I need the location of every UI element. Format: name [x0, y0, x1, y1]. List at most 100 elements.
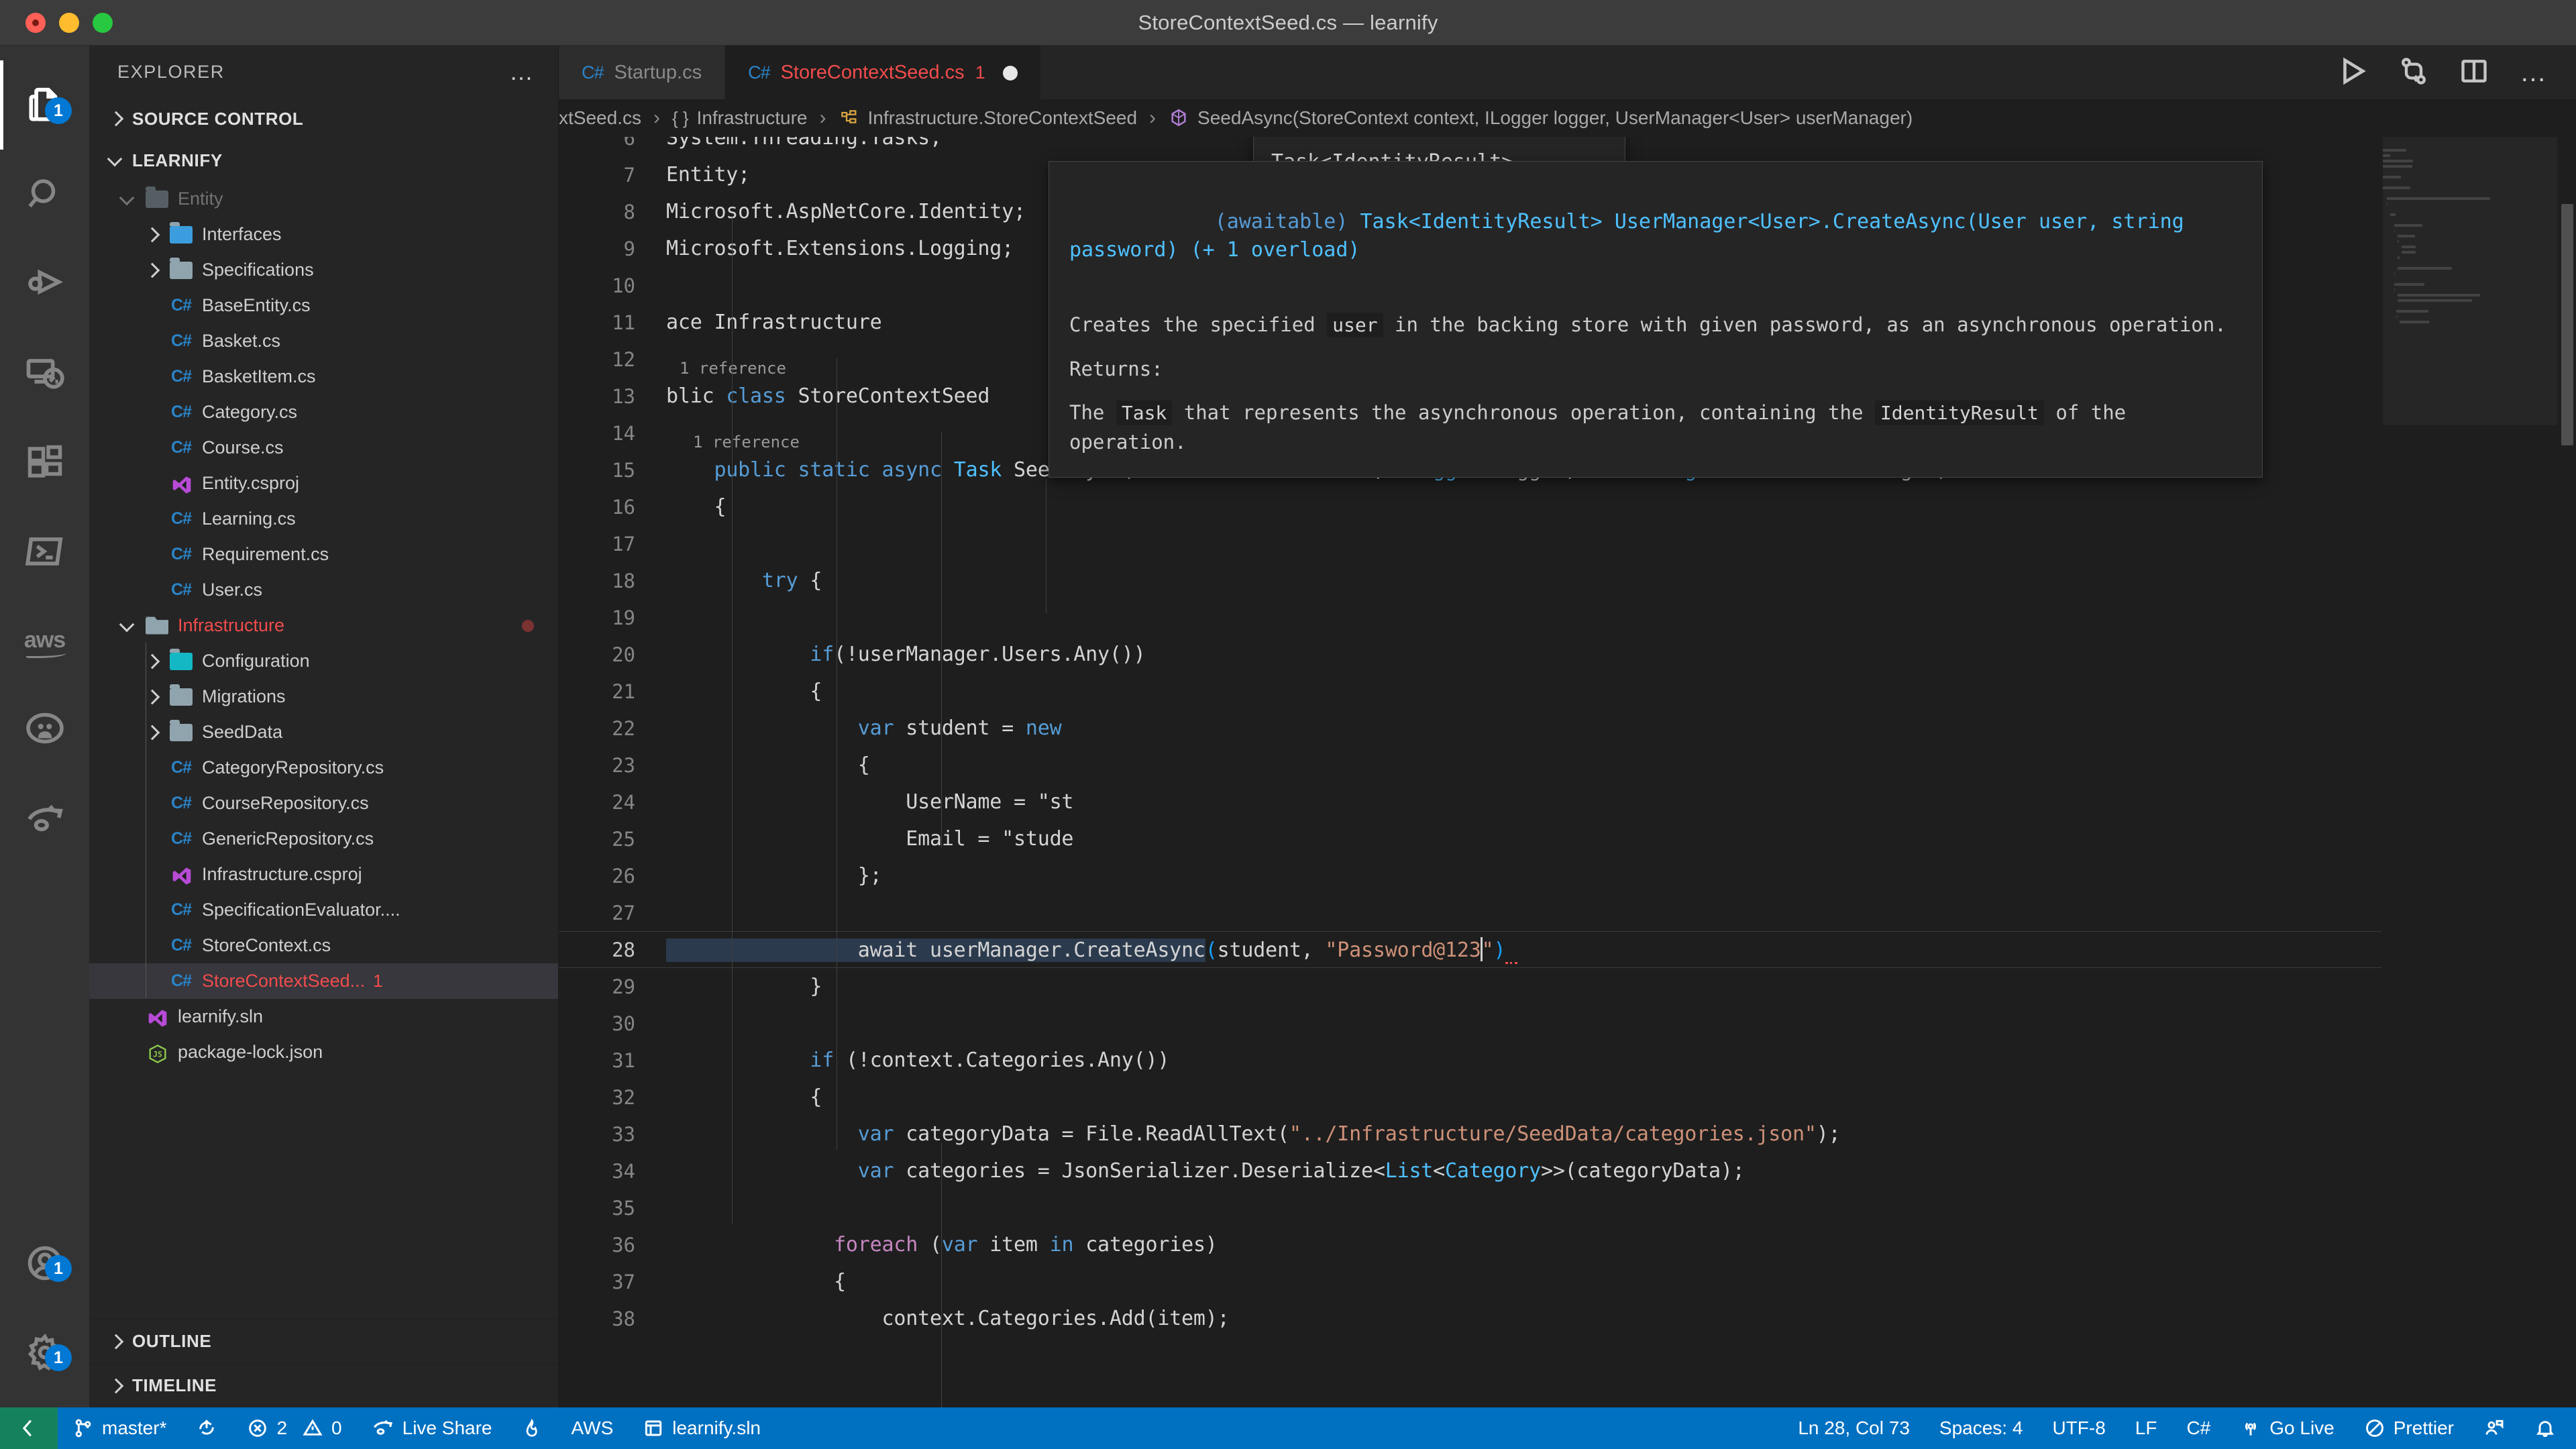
activitybar-item-github[interactable]: [0, 685, 89, 774]
minimize-button[interactable]: [59, 12, 79, 33]
status-go-live[interactable]: Go Live: [2225, 1417, 2349, 1439]
line-number: 10: [612, 274, 635, 297]
tree-item[interactable]: C# StoreContextSeed... 1: [89, 963, 558, 999]
status-cursor-position[interactable]: Ln 28, Col 73: [1783, 1417, 1925, 1439]
status-live-share[interactable]: Live Share: [357, 1407, 507, 1449]
tree-item[interactable]: C# SpecificationEvaluator....: [89, 892, 558, 928]
status-sync-changes[interactable]: [181, 1407, 232, 1449]
code-lens[interactable]: 1 reference: [680, 359, 786, 378]
tree-item[interactable]: C# Basket.cs: [89, 323, 558, 359]
tree-item[interactable]: SeedData: [89, 714, 558, 750]
chevron-right-icon[interactable]: [144, 690, 159, 704]
breadcrumb-item-method[interactable]: SeedAsync(StoreContext context, ILogger …: [1168, 107, 1913, 129]
tree-item[interactable]: C# StoreContext.cs: [89, 928, 558, 963]
status-language-mode[interactable]: C#: [2171, 1417, 2225, 1439]
code-line-text: Entity;: [666, 163, 751, 186]
run-button[interactable]: [2337, 56, 2368, 90]
status-firebase[interactable]: [507, 1407, 557, 1449]
chevron-down-icon[interactable]: [120, 619, 135, 633]
activitybar-item-extensions[interactable]: [0, 417, 89, 506]
breadcrumb-item-namespace[interactable]: { } Infrastructure: [672, 107, 808, 129]
tree-item[interactable]: C# CategoryRepository.cs: [89, 750, 558, 786]
status-prettier[interactable]: Prettier: [2349, 1417, 2469, 1439]
tree-item[interactable]: C# Learning.cs: [89, 501, 558, 537]
chevron-right-icon[interactable]: [144, 263, 159, 278]
tree-item[interactable]: C# CourseRepository.cs: [89, 786, 558, 821]
sidebar-section-outline[interactable]: OUTLINE: [89, 1319, 558, 1363]
code-editor[interactable]: Task<IdentityResult> UserManager<User>.C…: [559, 137, 2576, 1407]
hover-type: Task<IdentityResult>: [1360, 209, 1603, 233]
tree-item[interactable]: JS package-lock.json: [89, 1034, 558, 1070]
activitybar-item-accounts[interactable]: 1: [0, 1218, 89, 1307]
tree-item[interactable]: Migrations: [89, 679, 558, 714]
activitybar-item-live-share[interactable]: [0, 774, 89, 863]
status-aws[interactable]: AWS: [557, 1407, 629, 1449]
activitybar-item-remote-explorer[interactable]: [0, 328, 89, 417]
chevron-right-icon[interactable]: [144, 725, 159, 740]
chevron-right-icon[interactable]: [144, 227, 159, 242]
code-line: 32 {: [559, 1079, 2576, 1116]
tree-item[interactable]: Interfaces: [89, 217, 558, 252]
line-number: 22: [612, 716, 635, 740]
tree-item[interactable]: Infrastructure: [89, 608, 558, 643]
file-icon-wrap: [142, 186, 172, 208]
split-editor-button[interactable]: [2459, 56, 2489, 89]
status-remote-window-button[interactable]: [0, 1407, 58, 1449]
status-eol[interactable]: LF: [2121, 1417, 2172, 1439]
status-encoding[interactable]: UTF-8: [2037, 1417, 2120, 1439]
breadcrumb-item-class[interactable]: Infrastructure.StoreContextSeed: [839, 107, 1137, 129]
tree-item[interactable]: Infrastructure.csproj: [89, 857, 558, 892]
tree-item[interactable]: C# BaseEntity.cs: [89, 288, 558, 323]
sidebar-more-actions-button[interactable]: …: [509, 60, 535, 84]
status-aws-label: AWS: [571, 1417, 614, 1438]
tab-dirty-indicator[interactable]: [1002, 65, 1018, 80]
status-branch[interactable]: master*: [58, 1407, 181, 1449]
code-lens[interactable]: 1 reference: [693, 433, 800, 451]
folder-icon: [170, 648, 193, 670]
editor-tab-startup[interactable]: C# Startup.cs: [559, 46, 726, 99]
activitybar-item-aws-toolkit[interactable]: aws: [0, 596, 89, 685]
editor-tab-storecontextseed[interactable]: C# StoreContextSeed.cs 1: [725, 46, 1041, 99]
tree-item[interactable]: Configuration: [89, 643, 558, 679]
code-line: 19: [559, 599, 2576, 636]
close-button[interactable]: [25, 12, 46, 33]
status-notifications[interactable]: [2520, 1417, 2576, 1439]
status-problems[interactable]: 2 0: [232, 1407, 356, 1449]
breadcrumb-item-file[interactable]: xtSeed.cs: [559, 107, 641, 129]
zoom-button[interactable]: [93, 12, 113, 33]
activitybar-item-terminal-profile[interactable]: [0, 506, 89, 596]
csharp-icon: C#: [748, 62, 771, 83]
tree-item[interactable]: C# BasketItem.cs: [89, 359, 558, 394]
tree-item[interactable]: Entity.csproj: [89, 466, 558, 501]
activitybar-item-run-and-debug[interactable]: [0, 239, 89, 328]
tree-item[interactable]: learnify.sln: [89, 999, 558, 1034]
status-solution[interactable]: learnify.sln: [628, 1407, 775, 1449]
sidebar-section-learnify[interactable]: LEARNIFY: [89, 140, 558, 181]
tree-item[interactable]: Entity: [89, 181, 558, 217]
tree-item[interactable]: C# Course.cs: [89, 430, 558, 466]
code-line-text: if(!userManager.Users.Any()): [810, 643, 1146, 666]
tab-error-badge: 1: [975, 62, 985, 83]
breadcrumb-separator-icon: ›: [653, 107, 660, 129]
activitybar-item-search[interactable]: [0, 150, 89, 239]
tree-item[interactable]: C# Requirement.cs: [89, 537, 558, 572]
line-number: 32: [612, 1085, 635, 1109]
tree-item-label: Category.cs: [202, 402, 298, 422]
chevron-down-icon[interactable]: [120, 192, 135, 207]
activitybar-item-manage[interactable]: 1: [0, 1307, 89, 1397]
csharp-icon: C#: [582, 62, 604, 83]
status-feedback[interactable]: [2469, 1417, 2520, 1439]
sidebar-section-source-control[interactable]: SOURCE CONTROL: [89, 98, 558, 140]
status-indentation[interactable]: Spaces: 4: [1925, 1417, 2038, 1439]
tree-item[interactable]: C# User.cs: [89, 572, 558, 608]
more-actions-button[interactable]: …: [2520, 59, 2549, 86]
chevron-right-icon: [108, 1379, 123, 1393]
line-number: 30: [612, 1012, 635, 1035]
chevron-right-icon[interactable]: [144, 654, 159, 669]
tree-item[interactable]: C# GenericRepository.cs: [89, 821, 558, 857]
compare-icon[interactable]: [2399, 56, 2428, 89]
activitybar-item-explorer[interactable]: 1: [0, 60, 89, 150]
sidebar-section-timeline[interactable]: TIMELINE: [89, 1363, 558, 1407]
tree-item[interactable]: C# Category.cs: [89, 394, 558, 430]
tree-item[interactable]: Specifications: [89, 252, 558, 288]
